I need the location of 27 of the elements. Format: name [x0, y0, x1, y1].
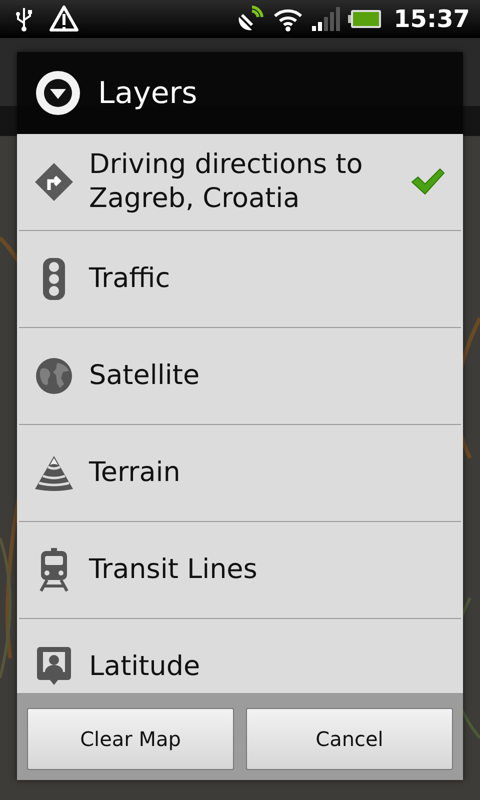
dialog-button[interactable]: Clear Map — [27, 708, 234, 770]
dialog-title: Layers — [98, 76, 198, 110]
mountain-icon — [34, 455, 74, 491]
clock-time: 15:37 — [394, 5, 470, 33]
layer-item[interactable]: Traffic — [19, 231, 461, 328]
warning-icon — [48, 4, 80, 34]
layer-item[interactable]: Satellite — [19, 328, 461, 425]
layer-item[interactable]: Driving directions to Zagreb, Croatia — [19, 134, 461, 231]
turn-sign-icon — [34, 162, 74, 202]
layer-label: Transit Lines — [89, 553, 258, 587]
layer-label: Terrain — [89, 456, 182, 490]
signal-icon — [312, 7, 340, 31]
train-icon — [38, 548, 70, 592]
battery-icon — [348, 9, 382, 29]
layer-item[interactable]: Transit Lines — [19, 522, 461, 619]
dialog-button[interactable]: Cancel — [246, 708, 453, 770]
usb-icon — [14, 6, 34, 32]
layer-label: Satellite — [89, 359, 201, 393]
checkmark-icon — [410, 167, 446, 197]
layer-label: Driving directions to Zagreb, Croatia — [89, 148, 364, 216]
layer-label: Latitude — [89, 650, 202, 684]
dropdown-icon — [34, 69, 82, 117]
map-pin-icon — [37, 647, 71, 687]
layer-label: Traffic — [89, 262, 172, 296]
layer-item[interactable]: Terrain — [19, 425, 461, 522]
globe-icon — [35, 357, 73, 395]
traffic-light-icon — [43, 258, 65, 300]
